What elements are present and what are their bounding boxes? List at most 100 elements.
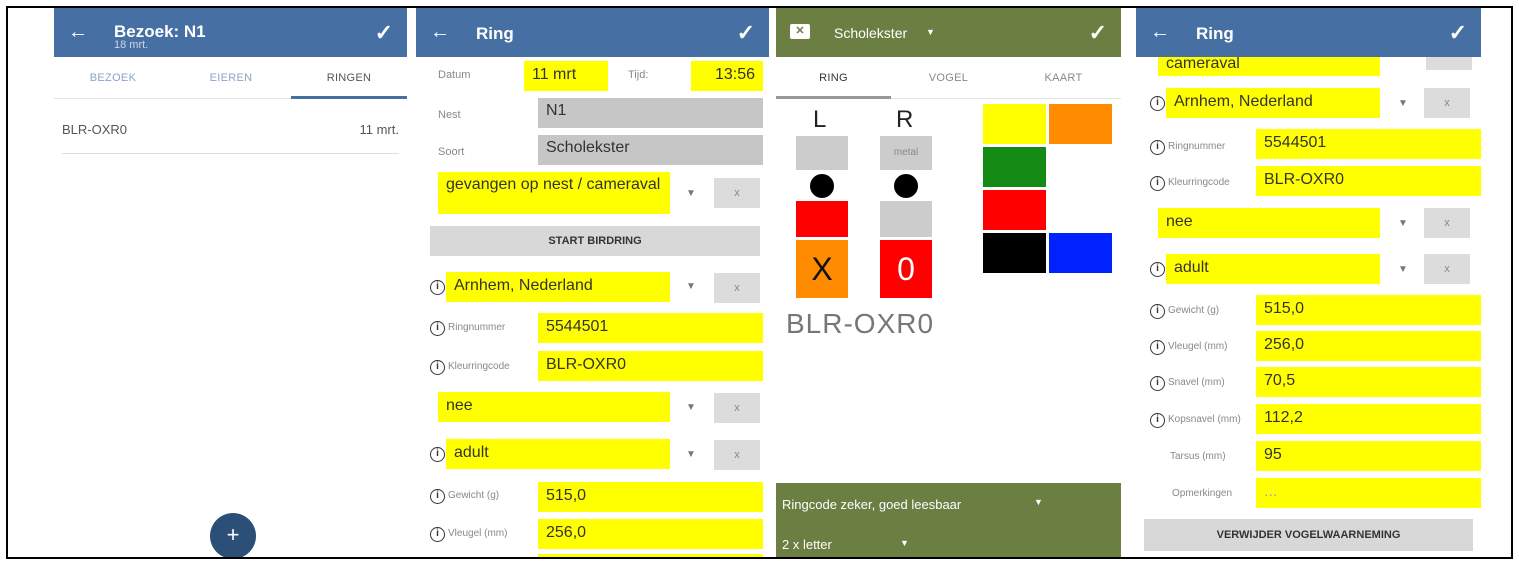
ring-form-screen: ← Ring ✓ Datum 11 mrt Tijd: 13:56 Nest N…: [416, 8, 769, 557]
list-item[interactable]: BLR-OXR0 11 mrt.: [62, 104, 399, 154]
opmerkingen-input[interactable]: ...: [1256, 478, 1481, 508]
vleugel-label: Vleugel (mm): [448, 528, 508, 539]
capture-method-select[interactable]: cameraval: [1158, 54, 1380, 76]
color-blue[interactable]: [1049, 233, 1112, 273]
color-empty[interactable]: [1049, 190, 1112, 230]
kopsnavel-input[interactable]: 112,2: [1256, 404, 1481, 434]
confirm-check-icon[interactable]: ✓: [1089, 20, 1107, 46]
info-icon[interactable]: i: [1150, 262, 1165, 277]
age-select[interactable]: adult: [446, 439, 670, 469]
right-metal-ring[interactable]: metal: [880, 136, 932, 170]
add-button[interactable]: +: [210, 513, 256, 557]
age-select[interactable]: adult: [1166, 254, 1380, 284]
tab-kaart[interactable]: KAART: [1006, 57, 1121, 99]
tab-ringen[interactable]: RINGEN: [291, 57, 407, 99]
location-select[interactable]: Arnhem, Nederland: [446, 272, 670, 302]
confirm-check-icon[interactable]: ✓: [737, 20, 755, 46]
delete-observation-button[interactable]: VERWIJDER VOGELWAARNEMING: [1144, 519, 1473, 551]
color-white[interactable]: [1049, 147, 1112, 187]
color-green[interactable]: [983, 147, 1046, 187]
vleugel-input[interactable]: 256,0: [538, 519, 763, 549]
tab-eieren[interactable]: EIEREN: [172, 57, 290, 99]
right-gray-ring[interactable]: [880, 201, 932, 237]
right-knee-dot: [894, 174, 918, 198]
info-icon[interactable]: i: [1150, 176, 1165, 191]
dropdown-arrow-icon[interactable]: ▼: [1398, 98, 1408, 109]
datum-field[interactable]: 11 mrt: [524, 61, 608, 91]
nee-select[interactable]: nee: [438, 392, 670, 422]
clear-button[interactable]: x: [1424, 208, 1470, 238]
back-arrow-icon[interactable]: ←: [1150, 21, 1170, 44]
opmerkingen-label: Opmerkingen: [1172, 488, 1233, 499]
tab-ring[interactable]: RING: [776, 57, 891, 99]
info-icon[interactable]: i: [1150, 413, 1165, 428]
ringnummer-input[interactable]: 5544501: [1256, 129, 1481, 159]
nest-field: N1: [538, 98, 763, 128]
confirm-check-icon[interactable]: ✓: [1449, 20, 1467, 46]
dropdown-arrow-icon[interactable]: ▼: [1034, 497, 1043, 507]
plus-icon: +: [226, 522, 240, 547]
info-icon[interactable]: i: [430, 360, 445, 375]
clear-button[interactable]: x: [714, 273, 760, 303]
species-select[interactable]: Scholekster: [834, 25, 907, 41]
dropdown-arrow-icon[interactable]: ▼: [686, 402, 696, 413]
color-yellow[interactable]: [983, 104, 1046, 144]
left-orange-letter-ring[interactable]: X: [796, 240, 848, 298]
clear-button[interactable]: x: [714, 178, 760, 208]
ring-code-display: BLR-OXR0: [786, 308, 935, 339]
gewicht-input[interactable]: 515,0: [1256, 295, 1481, 325]
color-black[interactable]: [983, 233, 1046, 273]
tijd-field[interactable]: 13:56: [691, 61, 763, 91]
tab-vogel[interactable]: VOGEL: [891, 57, 1006, 99]
snavel-label: Snavel (mm): [1168, 377, 1225, 388]
right-red-letter-ring[interactable]: 0: [880, 240, 932, 298]
color-red[interactable]: [983, 190, 1046, 230]
back-arrow-icon[interactable]: ←: [430, 21, 450, 44]
clear-button[interactable]: x: [714, 393, 760, 423]
backspace-icon[interactable]: ✕: [790, 24, 810, 39]
info-icon[interactable]: i: [1150, 96, 1165, 111]
info-icon[interactable]: i: [1150, 376, 1165, 391]
dropdown-arrow-icon[interactable]: ▼: [926, 27, 935, 37]
info-icon[interactable]: i: [1150, 340, 1165, 355]
info-icon[interactable]: i: [1150, 140, 1165, 155]
tarsus-input[interactable]: 95: [1256, 441, 1481, 471]
nee-select[interactable]: nee: [1158, 208, 1380, 238]
info-icon[interactable]: i: [1150, 304, 1165, 319]
snavel-input[interactable]: 70,5: [1256, 367, 1481, 397]
info-icon[interactable]: i: [430, 527, 445, 542]
kleurringcode-input[interactable]: BLR-OXR0: [538, 351, 763, 381]
vleugel-input[interactable]: 256,0: [1256, 331, 1481, 361]
dropdown-arrow-icon[interactable]: ▼: [900, 538, 909, 548]
info-icon[interactable]: i: [430, 447, 445, 462]
dropdown-arrow-icon[interactable]: ▼: [686, 281, 696, 292]
dropdown-arrow-icon[interactable]: ▼: [1398, 264, 1408, 275]
capture-method-select[interactable]: gevangen op nest / cameraval: [438, 172, 670, 214]
clear-button[interactable]: x: [1424, 254, 1470, 284]
gewicht-input[interactable]: 515,0: [538, 482, 763, 512]
tab-bezoek[interactable]: BEZOEK: [54, 57, 172, 99]
dropdown-arrow-icon[interactable]: ▼: [686, 188, 696, 199]
info-icon[interactable]: i: [430, 489, 445, 504]
next-input[interactable]: [538, 554, 763, 557]
info-icon[interactable]: i: [430, 321, 445, 336]
dropdown-arrow-icon[interactable]: ▼: [1398, 218, 1408, 229]
back-arrow-icon[interactable]: ←: [68, 21, 88, 44]
dropdown-arrow-icon[interactable]: ▼: [686, 449, 696, 460]
clear-button[interactable]: x: [714, 440, 760, 470]
ring-app-bar: ✕ Scholekster ▼ ✓: [776, 8, 1121, 57]
left-upper-ring[interactable]: [796, 136, 848, 170]
letter-count-select[interactable]: 2 x letter: [782, 537, 832, 552]
clear-button[interactable]: x: [1424, 88, 1470, 118]
location-select[interactable]: Arnhem, Nederland: [1166, 88, 1380, 118]
readability-select[interactable]: Ringcode zeker, goed leesbaar: [782, 497, 961, 512]
info-icon[interactable]: i: [430, 280, 445, 295]
ringnummer-input[interactable]: 5544501: [538, 313, 763, 343]
start-birdring-button[interactable]: START BIRDRING: [430, 226, 760, 256]
confirm-check-icon[interactable]: ✓: [375, 20, 393, 46]
left-red-ring[interactable]: [796, 201, 848, 237]
kleurringcode-input[interactable]: BLR-OXR0: [1256, 166, 1481, 196]
gewicht-label: Gewicht (g): [1168, 305, 1220, 316]
color-orange[interactable]: [1049, 104, 1112, 144]
ring-code: BLR-OXR0: [62, 122, 128, 137]
